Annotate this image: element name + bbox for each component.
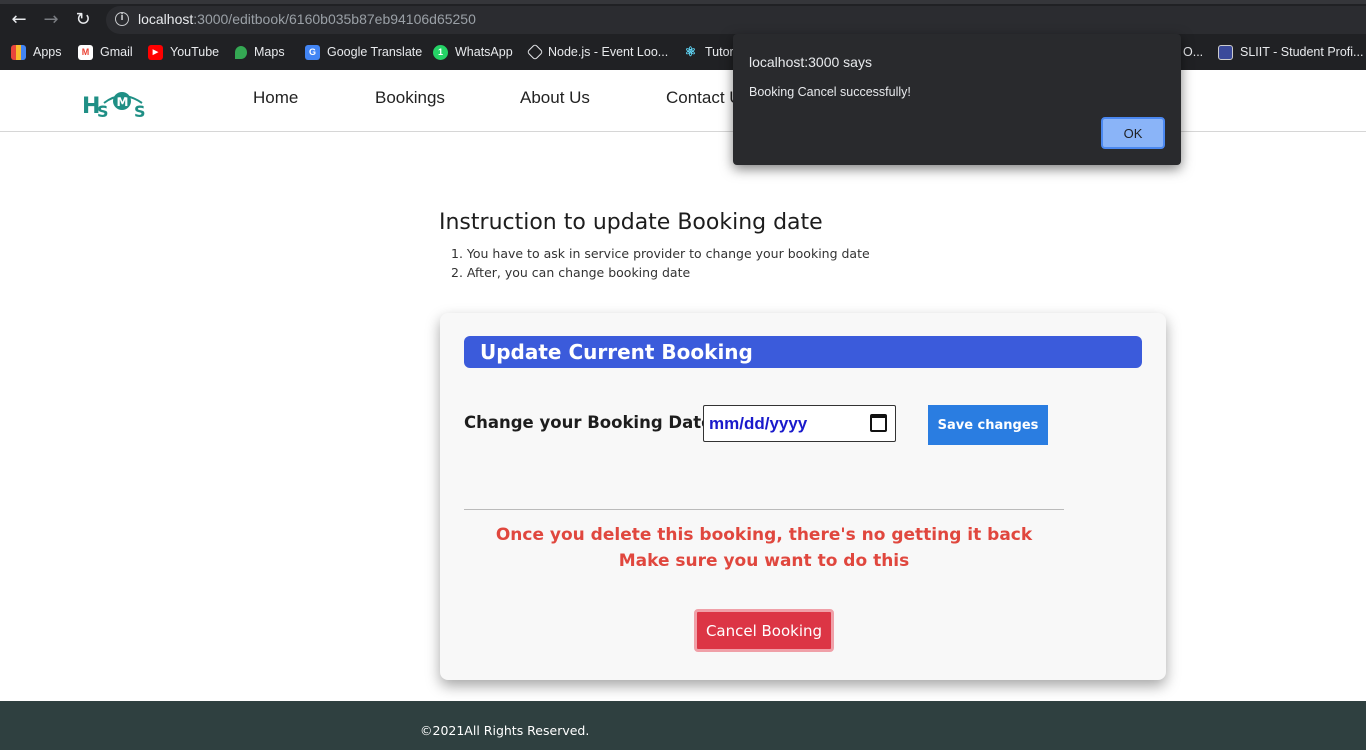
bookmark-label: Tutor xyxy=(705,45,734,59)
whatsapp-icon: 1 xyxy=(433,44,448,60)
svg-text:S: S xyxy=(97,102,109,119)
sliit-icon xyxy=(1218,44,1233,60)
bookmark-label: WhatsApp xyxy=(455,45,513,59)
dialog-message: Booking Cancel successfully! xyxy=(749,85,911,99)
save-changes-button[interactable]: Save changes xyxy=(928,405,1048,445)
youtube-icon: ▶ xyxy=(148,44,163,60)
svg-text:S: S xyxy=(134,102,146,119)
bookmark-label: Gmail xyxy=(100,45,133,59)
nav-contact-us[interactable]: Contact U xyxy=(666,88,742,108)
tab-strip xyxy=(0,0,1366,4)
alert-dialog: localhost:3000 says Booking Cancel succe… xyxy=(733,34,1181,165)
date-label: Change your Booking Date xyxy=(464,413,713,432)
bookmark-tutor[interactable]: ⚛ Tutor xyxy=(683,43,734,61)
delete-warning-line1: Once you delete this booking, there's no… xyxy=(495,525,1033,545)
bookmark-truncated[interactable]: O... xyxy=(1183,43,1203,61)
bookmark-gmail[interactable]: M Gmail xyxy=(78,43,133,61)
nodejs-icon xyxy=(526,43,544,61)
bookmark-label: YouTube xyxy=(170,45,220,59)
site-info-icon[interactable]: i xyxy=(115,12,129,26)
url-path: :3000/editbook/6160b035b87eb94106d65250 xyxy=(193,11,476,27)
booking-date-input[interactable]: mm/dd/yyyy xyxy=(703,405,896,442)
back-arrow-icon[interactable]: ← xyxy=(8,9,30,31)
bookmark-google-translate[interactable]: G Google Translate xyxy=(305,43,422,61)
nav-about-us[interactable]: About Us xyxy=(520,88,590,108)
dialog-title: localhost:3000 says xyxy=(749,54,872,70)
nav-home[interactable]: Home xyxy=(253,88,298,108)
apps-grid-icon xyxy=(11,44,26,60)
card-title: Update Current Booking xyxy=(480,340,753,364)
url-host: localhost xyxy=(138,11,194,27)
bookmark-label: Google Translate xyxy=(327,45,423,59)
url-text[interactable]: localhost:3000/editbook/6160b035b87eb941… xyxy=(138,11,476,27)
cancel-booking-button[interactable]: Cancel Booking xyxy=(694,609,834,652)
bookmark-label: SLIIT - Student Profi... xyxy=(1240,45,1364,59)
instructions-title: Instruction to update Booking date xyxy=(439,210,823,235)
bookmark-label: Maps xyxy=(254,45,285,59)
delete-warning-line2: Make sure you want to do this xyxy=(618,551,910,571)
bookmark-youtube[interactable]: ▶ YouTube xyxy=(148,43,219,61)
bookmark-label: O... xyxy=(1183,45,1204,59)
react-icon: ⚛ xyxy=(684,44,697,59)
gmail-icon: M xyxy=(78,44,93,60)
bookmark-whatsapp[interactable]: 1 WhatsApp xyxy=(433,43,513,61)
update-booking-card: Update Current Booking Change your Booki… xyxy=(440,313,1166,680)
bookmark-label: Node.js - Event Loo... xyxy=(548,45,669,59)
instruction-item: 1. You have to ask in service provider t… xyxy=(451,246,870,261)
nav-bookings[interactable]: Bookings xyxy=(375,88,445,108)
hsms-logo[interactable]: H S M S xyxy=(82,87,152,119)
bookmark-label: Apps xyxy=(33,45,62,59)
maps-pin-icon xyxy=(235,45,247,59)
forward-arrow-icon[interactable]: → xyxy=(40,9,62,31)
reload-icon[interactable]: ↻ xyxy=(72,9,94,31)
date-value: mm/dd/yyyy xyxy=(709,414,808,433)
bookmark-maps[interactable]: Maps xyxy=(235,43,285,61)
bookmark-apps[interactable]: Apps xyxy=(11,43,62,61)
footer: ©2021All Rights Reserved. xyxy=(0,701,1366,750)
footer-copyright: ©2021All Rights Reserved. xyxy=(420,723,590,738)
card-title-bar: Update Current Booking xyxy=(464,336,1142,368)
translate-icon: G xyxy=(305,44,320,60)
instructions-list: 1. You have to ask in service provider t… xyxy=(451,244,870,282)
bookmark-nodejs[interactable]: Node.js - Event Loo... xyxy=(526,43,669,61)
instruction-item: 2. After, you can change booking date xyxy=(451,265,691,280)
ok-button[interactable]: OK xyxy=(1101,117,1165,149)
bookmark-sliit[interactable]: SLIIT - Student Profi... xyxy=(1218,43,1363,61)
calendar-icon[interactable] xyxy=(870,414,887,432)
divider xyxy=(464,509,1064,510)
